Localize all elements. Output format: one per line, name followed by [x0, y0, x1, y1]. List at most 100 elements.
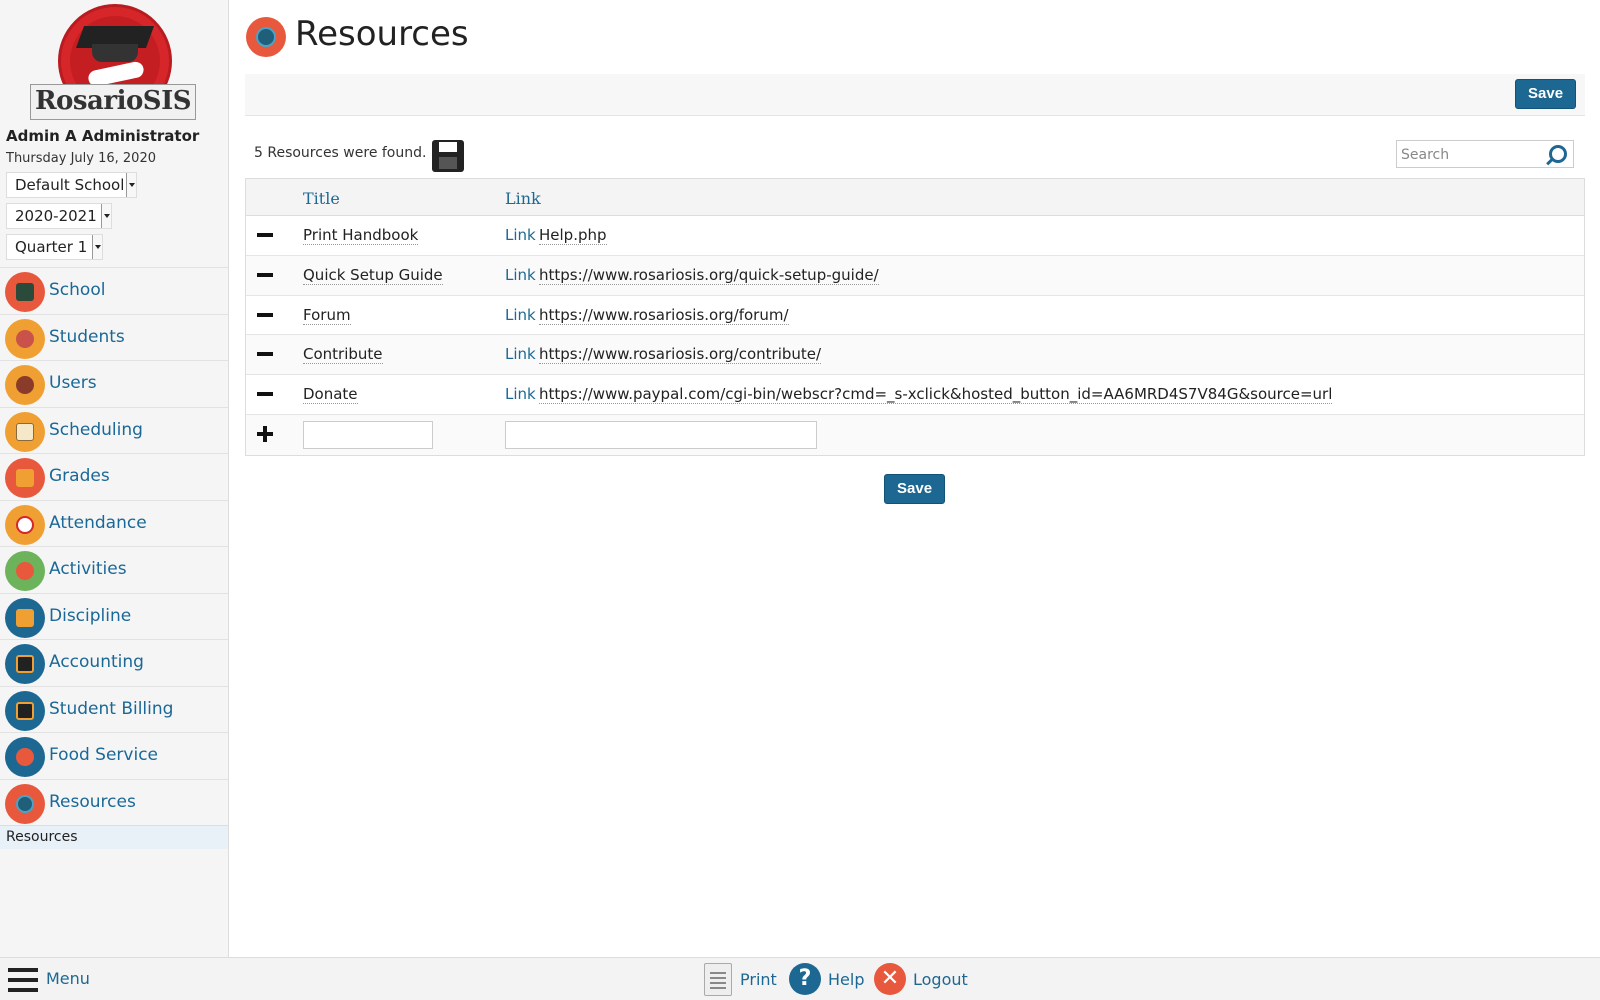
- floppy-disk-icon[interactable]: [432, 140, 464, 172]
- save-button-bottom[interactable]: Save: [884, 474, 946, 504]
- school-year-select[interactable]: 2020-2021: [6, 203, 112, 229]
- help-icon[interactable]: ?: [789, 963, 821, 995]
- logo-text: RosarioSIS: [34, 86, 192, 116]
- submenu-item-label: Resources: [6, 829, 78, 845]
- menu-item-activities[interactable]: Activities: [0, 546, 228, 593]
- new-resource-title-input[interactable]: [303, 420, 433, 449]
- resource-link[interactable]: Link: [505, 345, 536, 363]
- logout-link[interactable]: Logout: [913, 970, 968, 989]
- menu-item-label: Activities: [49, 559, 127, 579]
- resources-icon: [5, 783, 45, 824]
- menu-item-scheduling[interactable]: Scheduling: [0, 406, 228, 454]
- table-row-new: [246, 414, 1584, 455]
- resources-table: Title Link Print Handbook Link Help.php …: [245, 178, 1585, 456]
- table-row: Print Handbook Link Help.php: [246, 216, 1584, 256]
- submenu-item-resources[interactable]: Resources: [0, 825, 228, 849]
- users-icon: [5, 365, 45, 405]
- hamburger-menu-icon[interactable]: [8, 968, 38, 992]
- search-input[interactable]: [1401, 145, 1541, 165]
- marking-period-select[interactable]: Quarter 1: [6, 234, 103, 260]
- results-count: 5 Resources were found.: [254, 145, 427, 161]
- menu-item-discipline[interactable]: Discipline: [0, 592, 228, 640]
- resource-url[interactable]: https://www.rosariosis.org/quick-setup-g…: [539, 266, 879, 285]
- column-header-title[interactable]: Title: [303, 189, 340, 208]
- save-button-top[interactable]: Save: [1515, 79, 1577, 109]
- menu-item-students[interactable]: Students: [0, 313, 228, 361]
- school-select-value: Default School: [15, 176, 125, 194]
- remove-icon[interactable]: [257, 392, 273, 397]
- remove-icon[interactable]: [257, 352, 273, 357]
- menu-item-label: Food Service: [49, 745, 158, 765]
- sidebar: RosarioSIS Admin A Administrator Thursda…: [0, 0, 229, 957]
- resource-link[interactable]: Link: [505, 226, 536, 244]
- column-header-link[interactable]: Link: [505, 189, 541, 208]
- rosariosis-logo[interactable]: RosarioSIS: [30, 4, 196, 120]
- remove-icon[interactable]: [257, 312, 273, 317]
- remove-icon[interactable]: [257, 272, 273, 277]
- toolbar: Save: [245, 74, 1585, 116]
- menu-item-label: Resources: [49, 791, 136, 812]
- table-row: Contribute Link https://www.rosariosis.o…: [246, 335, 1584, 376]
- school-select[interactable]: Default School: [6, 172, 137, 198]
- module-menu: School Students Users Scheduling Grades …: [0, 267, 228, 849]
- menu-item-label: Grades: [49, 466, 110, 486]
- resources-icon: [246, 17, 286, 57]
- chevron-down-icon: [92, 235, 102, 259]
- resource-link[interactable]: Link: [505, 306, 536, 324]
- attendance-icon: [5, 504, 45, 545]
- menu-item-label: Accounting: [49, 652, 144, 672]
- footer: Menu Print ? Help ✕ Logout: [0, 957, 1600, 1000]
- menu-item-users[interactable]: Users: [0, 360, 228, 407]
- remove-icon[interactable]: [257, 233, 273, 237]
- resource-title[interactable]: Donate: [303, 385, 358, 405]
- resource-url[interactable]: https://www.paypal.com/cgi-bin/webscr?cm…: [539, 385, 1333, 405]
- search-box: [1396, 140, 1574, 168]
- resource-url[interactable]: https://www.rosariosis.org/contribute/: [539, 345, 822, 365]
- marking-period-select-value: Quarter 1: [15, 238, 88, 256]
- resource-title[interactable]: Quick Setup Guide: [303, 266, 443, 285]
- table-header: Title Link: [246, 179, 1584, 216]
- menu-item-label: Users: [49, 373, 97, 393]
- new-resource-link-input[interactable]: [505, 420, 817, 449]
- menu-toggle-label[interactable]: Menu: [46, 969, 90, 988]
- menu-item-attendance[interactable]: Attendance: [0, 499, 228, 547]
- resource-url[interactable]: Help.php: [539, 226, 607, 245]
- menu-item-food-service[interactable]: Food Service: [0, 732, 228, 779]
- table-row: Forum Link https://www.rosariosis.org/fo…: [246, 295, 1584, 336]
- print-link[interactable]: Print: [740, 970, 777, 989]
- chevron-down-icon: [101, 204, 111, 228]
- menu-item-school[interactable]: School: [0, 267, 228, 314]
- menu-item-resources[interactable]: Resources: [0, 778, 228, 826]
- accounting-icon: [5, 644, 45, 684]
- menu-item-label: Student Billing: [49, 698, 174, 719]
- menu-item-label: Attendance: [49, 512, 147, 533]
- current-date: Thursday July 16, 2020: [6, 151, 156, 166]
- resource-title[interactable]: Print Handbook: [303, 226, 419, 245]
- search-icon[interactable]: [1549, 145, 1567, 163]
- resource-link[interactable]: Link: [505, 385, 536, 403]
- print-icon[interactable]: [704, 963, 732, 996]
- resource-title[interactable]: Forum: [303, 306, 351, 325]
- school-year-select-value: 2020-2021: [15, 207, 97, 225]
- menu-item-accounting[interactable]: Accounting: [0, 639, 228, 686]
- grades-icon: [5, 458, 45, 498]
- menu-item-label: School: [49, 280, 106, 300]
- resource-title[interactable]: Contribute: [303, 345, 383, 365]
- food-icon: [5, 737, 45, 777]
- students-icon: [5, 318, 45, 359]
- help-link[interactable]: Help: [828, 970, 864, 989]
- activities-icon: [5, 551, 45, 591]
- table-row: Donate Link https://www.paypal.com/cgi-b…: [246, 375, 1584, 415]
- logout-icon[interactable]: ✕: [874, 963, 906, 995]
- menu-item-student-billing[interactable]: Student Billing: [0, 685, 228, 733]
- menu-item-label: Students: [49, 326, 125, 347]
- add-icon[interactable]: [257, 425, 273, 442]
- resource-link[interactable]: Link: [505, 266, 536, 284]
- menu-item-grades[interactable]: Grades: [0, 453, 228, 500]
- resource-url[interactable]: https://www.rosariosis.org/forum/: [539, 306, 789, 325]
- page-title: Resources: [295, 14, 469, 54]
- table-row: Quick Setup Guide Link https://www.rosar…: [246, 255, 1584, 296]
- chevron-down-icon: [126, 173, 136, 197]
- school-icon: [5, 272, 45, 312]
- user-name[interactable]: Admin A Administrator: [6, 127, 199, 145]
